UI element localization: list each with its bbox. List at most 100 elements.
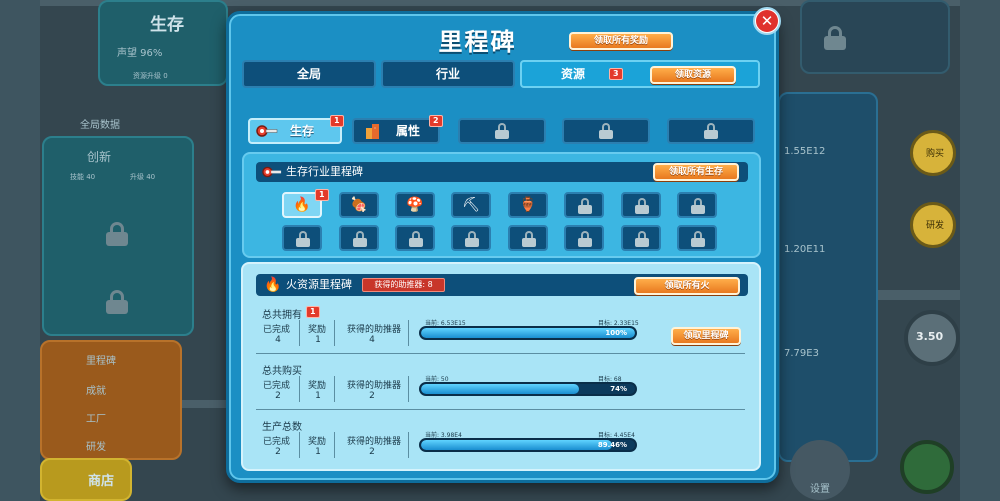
lock-icon — [578, 198, 592, 214]
progress-percent: 100% — [605, 329, 627, 337]
background-survival-stat: 声望 96% — [117, 48, 163, 59]
fire-resource-title: 火资源里程碑 — [286, 278, 352, 291]
subtab-survival-label: 生存 — [290, 124, 315, 138]
milestone-grid-cell[interactable] — [395, 225, 435, 251]
subtab-attributes[interactable]: 属性 — [352, 118, 440, 144]
milestone-grid-cell[interactable] — [282, 225, 322, 251]
reward-value: 1 — [315, 447, 321, 457]
close-button[interactable]: ✕ — [753, 7, 781, 35]
resource-icon: ⛏ — [462, 197, 480, 213]
tab-resources-badge: 3 — [609, 68, 623, 80]
reward-label: 奖励 — [308, 437, 327, 447]
background-buy-label: 购买 — [926, 149, 945, 159]
boosters-earned-badge: 获得的助推器: 8 — [362, 278, 445, 292]
lock-icon — [495, 123, 509, 139]
progress-fill — [421, 384, 580, 394]
completed-label: 已完成 — [263, 437, 291, 447]
reward-value: 1 — [315, 391, 321, 401]
background-green-button — [900, 440, 954, 494]
completed-value: 2 — [275, 391, 281, 401]
background-right-edge — [960, 0, 1000, 501]
lock-icon — [599, 123, 613, 139]
survival-industry-title: 生存行业里程碑 — [286, 165, 363, 178]
milestone-progress-bar: 100% — [419, 326, 637, 340]
background-survival-stat: 资源升级 0 — [133, 72, 168, 80]
subtab-survival-badge: 1 — [330, 115, 344, 127]
claim-all-survival-button[interactable]: 领取所有生存 — [653, 163, 739, 181]
milestone-row-badge: 1 — [306, 306, 320, 318]
lock-icon — [409, 231, 423, 247]
milestone-grid-cell[interactable] — [677, 225, 717, 251]
divider — [408, 376, 409, 402]
milestone-grid-cell[interactable] — [564, 192, 604, 218]
subtab-survival[interactable]: 生存 — [248, 118, 342, 144]
subtab-locked[interactable] — [667, 118, 755, 144]
modal-title: 里程碑 — [438, 28, 517, 56]
divider — [408, 320, 409, 346]
fire-icon: 🔥 — [264, 277, 282, 293]
background-menu-item: 成就 — [86, 386, 106, 397]
subtab-locked[interactable] — [458, 118, 546, 144]
background-lock-icon — [824, 26, 846, 50]
row-separator — [256, 353, 745, 354]
tab-global[interactable]: 全局 — [242, 60, 376, 88]
key-icon — [256, 125, 278, 137]
claim-all-fire-button[interactable]: 领取所有火 — [634, 277, 740, 295]
milestone-grid-cell[interactable]: ⛏ — [451, 192, 491, 218]
milestone-grid-cell[interactable] — [621, 192, 661, 218]
divider — [299, 432, 300, 458]
background-menu-item: 里程碑 — [86, 356, 116, 367]
background-global-data: 全局数据 — [80, 120, 120, 131]
milestone-grid-cell[interactable]: 🍄 — [395, 192, 435, 218]
milestone-row-title: 总共拥有 — [262, 310, 302, 321]
lock-icon — [635, 231, 649, 247]
lock-icon — [691, 198, 705, 214]
background-resource-value: 1.55E12 — [784, 146, 826, 157]
background-innovation-stat: 升级 40 — [130, 173, 156, 181]
background-survival-title: 生存 — [150, 15, 184, 35]
milestone-grid-cell[interactable] — [508, 225, 548, 251]
lock-icon — [635, 198, 649, 214]
lock-icon — [353, 231, 367, 247]
completed-label: 已完成 — [263, 381, 291, 391]
progress-fill — [421, 440, 613, 450]
background-lock-icon — [106, 290, 128, 314]
claim-all-rewards-button[interactable]: 领取所有奖励 — [569, 32, 673, 50]
lock-icon — [691, 231, 705, 247]
reward-label: 奖励 — [308, 381, 327, 391]
tab-industry[interactable]: 行业 — [381, 60, 515, 88]
divider — [334, 376, 335, 402]
milestone-progress-bar: 89.46% — [419, 438, 637, 452]
completed-label: 已完成 — [263, 325, 291, 335]
claim-milestone-button[interactable]: 领取里程碑 — [671, 327, 741, 345]
milestone-grid-cell[interactable] — [677, 192, 717, 218]
claim-resources-button[interactable]: 领取资源 — [650, 66, 736, 84]
milestone-grid-cell[interactable] — [621, 225, 661, 251]
milestone-grid-cell[interactable] — [564, 225, 604, 251]
divider — [334, 320, 335, 346]
lock-icon — [465, 231, 479, 247]
milestone-row-title: 总共购买 — [262, 366, 302, 377]
completed-value: 2 — [275, 447, 281, 457]
milestone-grid-cell[interactable] — [451, 225, 491, 251]
subtab-locked[interactable] — [562, 118, 650, 144]
milestone-grid-cell[interactable]: 🍖 — [339, 192, 379, 218]
milestone-grid-cell[interactable] — [339, 225, 379, 251]
milestone-row-title: 生产总数 — [262, 422, 302, 433]
background-shop-button — [40, 458, 132, 501]
background-innovation-title: 创新 — [87, 150, 112, 164]
background-menu-item: 研发 — [86, 442, 106, 453]
background-innovation-stat: 技能 40 — [70, 173, 96, 181]
background-resource-value: 7.79E3 — [784, 348, 819, 359]
milestone-grid-cell[interactable]: 🏺 — [508, 192, 548, 218]
background-research-label: 研发 — [926, 221, 945, 231]
divider — [299, 320, 300, 346]
divider — [299, 376, 300, 402]
reward-label: 奖励 — [308, 325, 327, 335]
lock-icon — [522, 231, 536, 247]
reward-value: 1 — [315, 335, 321, 345]
divider — [334, 432, 335, 458]
background-left-edge — [0, 0, 40, 501]
tab-resources-label: 资源 — [561, 67, 586, 81]
progress-percent: 89.46% — [597, 441, 627, 449]
